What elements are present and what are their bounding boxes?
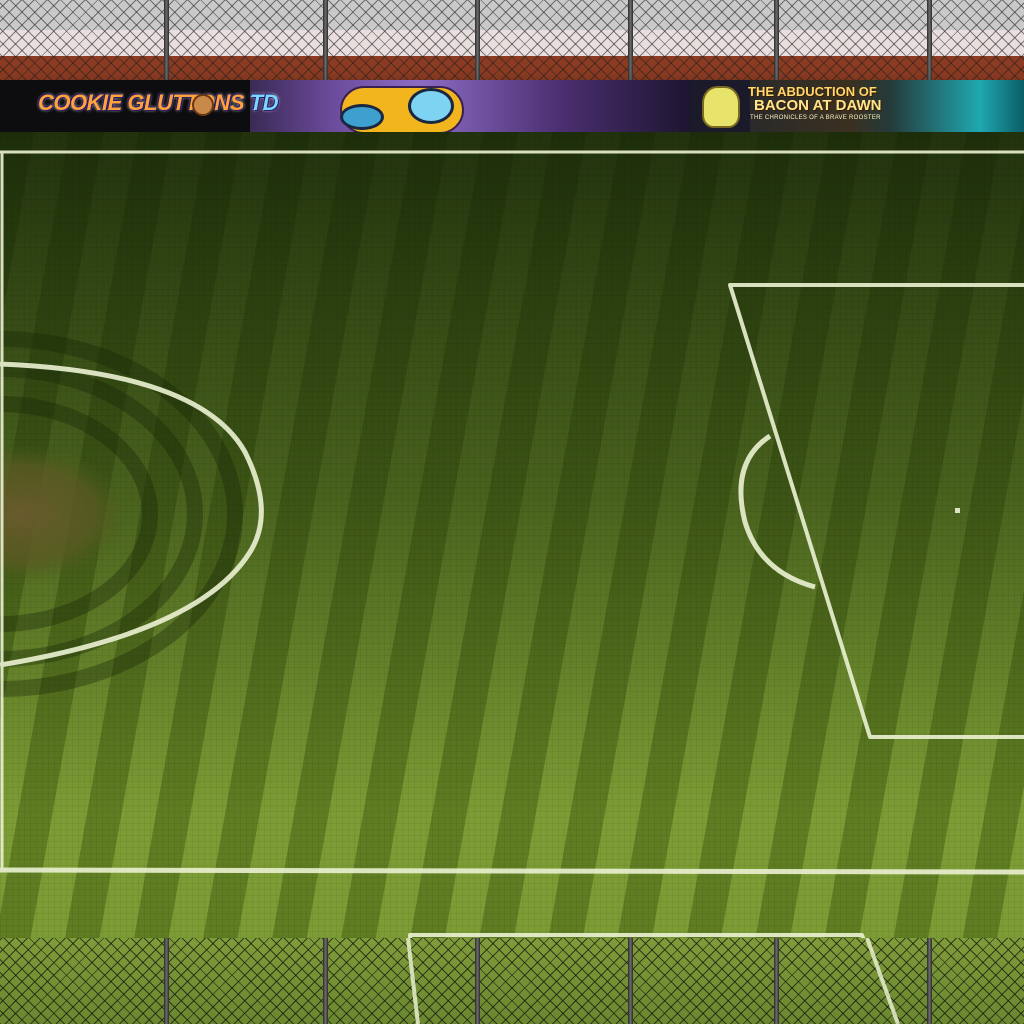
fence-post [628, 0, 633, 80]
cookie-icon [192, 94, 214, 116]
centre-dirt-patch [0, 444, 130, 584]
bottom-fence [0, 938, 1024, 1024]
fence-post [323, 0, 328, 80]
cookie-gluttons-logo: COOKIE GLUTTONS TD [38, 90, 278, 116]
ad-subtitle: THE CHRONICLES OF A BRAVE ROOSTER [750, 115, 881, 121]
ad-cookie-gluttons[interactable]: COOKIE GLUTTONS TD [0, 80, 690, 132]
pitch-markings [0, 150, 1024, 938]
monster-eye-icon [408, 88, 454, 124]
ad-abduction-of-bacon[interactable]: THE ABDUCTION OF BACON AT DAWN THE CHRON… [690, 80, 1024, 132]
ad-title-line2: BACON AT DAWN [754, 97, 882, 114]
logo-suffix-text: TD [249, 90, 279, 115]
monster-eye-icon [340, 104, 384, 130]
penalty-spot [955, 508, 960, 513]
fence-post [927, 0, 932, 80]
football-pitch [0, 132, 1024, 938]
fence-post [774, 0, 779, 80]
penalty-arc [738, 433, 816, 590]
fence-post [164, 0, 169, 80]
top-fence [0, 0, 1024, 80]
rooster-character [702, 86, 740, 128]
fence-post [475, 0, 480, 80]
near-touchline [0, 867, 1024, 875]
penalty-box [728, 283, 1024, 739]
goal-area-lines-through-fence [406, 938, 900, 1024]
ad-banner: COOKIE GLUTTONS TD THE ABDUCTION OF BACO… [0, 80, 1024, 132]
